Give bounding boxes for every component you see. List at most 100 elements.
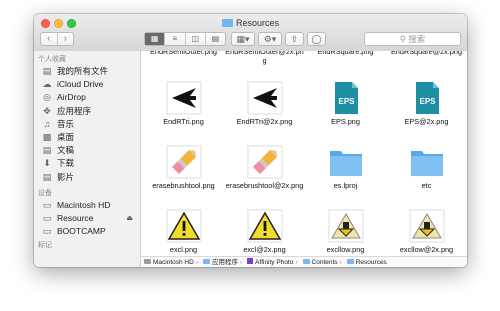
file-item[interactable]: EPS EPS@2x.png	[386, 81, 467, 141]
airdrop-icon: ◎	[43, 92, 51, 103]
view-mode-buttons: ▦ ≡ ◫ ▤	[144, 32, 226, 46]
file-name: EndRSquare.png	[317, 51, 374, 56]
file-name: EndRTri.png	[163, 117, 204, 126]
icon-view-icon[interactable]: ▦	[145, 33, 166, 45]
folder-icon	[302, 259, 310, 264]
file-item[interactable]: EndRTri.png	[143, 81, 224, 141]
folder-icon	[305, 145, 386, 181]
file-item[interactable]: EndRTri@2x.png	[224, 81, 305, 141]
path-segment[interactable]: Contents	[312, 259, 338, 266]
sidebar-item-label: 文稿	[57, 145, 75, 156]
file-item[interactable]: excl@2x.png	[224, 209, 305, 257]
path-segment[interactable]: 应用程序	[212, 259, 238, 266]
file-name: EndRTri@2x.png	[236, 117, 293, 126]
window-title: Resources	[34, 17, 467, 29]
file-item[interactable]: erasebrushtool@2x.png	[224, 145, 305, 205]
file-name: EndRSemiOuter.png	[150, 51, 217, 56]
file-item[interactable]: excl.png	[143, 209, 224, 257]
path-segment[interactable]: Macintosh HD	[153, 259, 194, 266]
search-placeholder: 搜索	[408, 34, 426, 44]
hard-disk-icon	[144, 259, 151, 264]
file-name: excl@2x.png	[243, 245, 286, 254]
file-item[interactable]: excllow.png	[305, 209, 386, 257]
path-segment[interactable]: Affinity Photo	[255, 259, 293, 266]
arrow-tail-icon	[224, 81, 305, 117]
action-button[interactable]: ⚙▾	[258, 32, 282, 46]
sidebar-item-favorite[interactable]: ✥ 应用程序	[34, 105, 140, 118]
path-bar: Macintosh HD › 应用程序 › Affinity Photo › Content…	[141, 256, 467, 267]
file-item[interactable]: EndRSemiOuter.png	[143, 51, 224, 56]
column-view-icon[interactable]: ◫	[186, 33, 206, 45]
file-item[interactable]: es.lproj	[305, 145, 386, 205]
sidebar-item-device[interactable]: ▭ BOOTCAMP	[34, 225, 140, 238]
sidebar-item-favorite[interactable]: ◎ AirDrop	[34, 91, 140, 104]
tag-button[interactable]: ◯	[307, 32, 326, 46]
applications-icon: ✥	[43, 105, 51, 116]
eps-icon: EPS	[305, 81, 386, 117]
sidebar-item-favorite[interactable]: ▤ 文稿	[34, 144, 140, 157]
search-icon: ⚲	[399, 34, 406, 44]
file-name: es.lproj	[333, 181, 358, 190]
share-icon: ⇧	[290, 34, 299, 44]
file-item[interactable]: etc	[386, 145, 467, 205]
music-icon: ♫	[43, 118, 51, 129]
tags-heading: 标记	[38, 242, 52, 250]
sidebar-item-label: 桌面	[57, 131, 75, 142]
all-files-icon: ▤	[42, 66, 52, 76]
devices-heading: 设备	[38, 189, 52, 197]
sidebar-item-label: Macintosh HD	[57, 199, 111, 210]
warning-icon	[143, 209, 224, 245]
sidebar-item-favorite[interactable]: ▤ 影片	[34, 171, 140, 184]
sidebar-item-favorite[interactable]: ♫ 音乐	[34, 118, 140, 131]
sidebar-item-label: 我的所有文件	[57, 66, 109, 76]
sidebar-item-favorite[interactable]: ⬇ 下载	[34, 157, 140, 170]
sidebar-item-device[interactable]: ▭ Resource ⏏	[34, 212, 140, 225]
window-title-text: Resources	[235, 18, 280, 28]
downloads-icon: ⬇	[43, 158, 51, 169]
hard-disk-icon: ▭	[42, 199, 52, 210]
tag-icon: ◯	[311, 34, 322, 44]
chevron-right-icon[interactable]: ›	[58, 33, 74, 45]
sidebar-item-favorite[interactable]: ▤ 我的所有文件	[34, 65, 140, 78]
chevron-left-icon[interactable]: ‹	[41, 33, 58, 45]
sidebar-item-label: 影片	[57, 171, 75, 182]
folder-icon	[386, 145, 467, 181]
cloud-icon: ☁	[42, 79, 52, 90]
file-icon-grid: EndRSemiOuter.png EndRSemiOuter@2x.png End…	[141, 51, 467, 257]
file-item[interactable]: EPS EPS.png	[305, 81, 386, 141]
movies-icon: ▤	[42, 171, 52, 182]
arrange-button[interactable]: ▦▾	[231, 32, 255, 46]
sidebar-item-favorite[interactable]: ▩ 桌面	[34, 131, 140, 144]
file-item[interactable]: EndRSquare@2x.png	[386, 51, 467, 56]
eps-icon: EPS	[386, 81, 467, 117]
navigation-buttons: ‹ ›	[40, 32, 74, 46]
file-name: excllow@2x.png	[399, 245, 454, 254]
cover-flow-view-icon[interactable]: ▤	[206, 33, 225, 45]
svg-text:EPS: EPS	[419, 97, 436, 106]
list-view-icon[interactable]: ≡	[165, 33, 186, 45]
sidebar-item-label: Resource	[57, 212, 94, 223]
file-item[interactable]: excllow@2x.png	[386, 209, 467, 257]
folder-icon	[346, 259, 354, 264]
file-name: excllow.png	[326, 245, 365, 254]
gear-icon: ⚙▾	[263, 34, 277, 44]
file-name: EndRSemiOuter@2x.png	[225, 51, 304, 65]
file-name: erasebrushtool.png	[152, 181, 215, 190]
chevron-right-icon: ›	[339, 259, 342, 266]
arrange-icon: ▦▾	[236, 34, 250, 44]
file-item[interactable]: EndRSemiOuter@2x.png	[224, 51, 305, 65]
sidebar-item-device[interactable]: ▭ Macintosh HD	[34, 199, 140, 212]
desktop-icon: ▩	[42, 131, 52, 142]
sidebar-item-favorite[interactable]: ☁ iCloud Drive	[34, 78, 140, 91]
file-item[interactable]: erasebrushtool.png	[143, 145, 224, 205]
search-field[interactable]: ⚲ 搜索	[364, 32, 461, 46]
sidebar-item-label: iCloud Drive	[57, 79, 104, 90]
path-segment[interactable]: Resources	[356, 259, 387, 266]
hard-disk-icon: ▭	[42, 226, 52, 237]
sidebar-item-label: 应用程序	[57, 105, 92, 116]
share-button[interactable]: ⇧	[285, 32, 304, 46]
folder-icon	[221, 19, 233, 27]
file-item[interactable]: EndRSquare.png	[305, 51, 386, 56]
eject-icon[interactable]: ⏏	[126, 212, 133, 225]
sidebar: 个人收藏 ▤ 我的所有文件 ☁ iCloud Drive ◎ AirDrop ✥ 应用程序 ♫ 音…	[34, 51, 141, 267]
